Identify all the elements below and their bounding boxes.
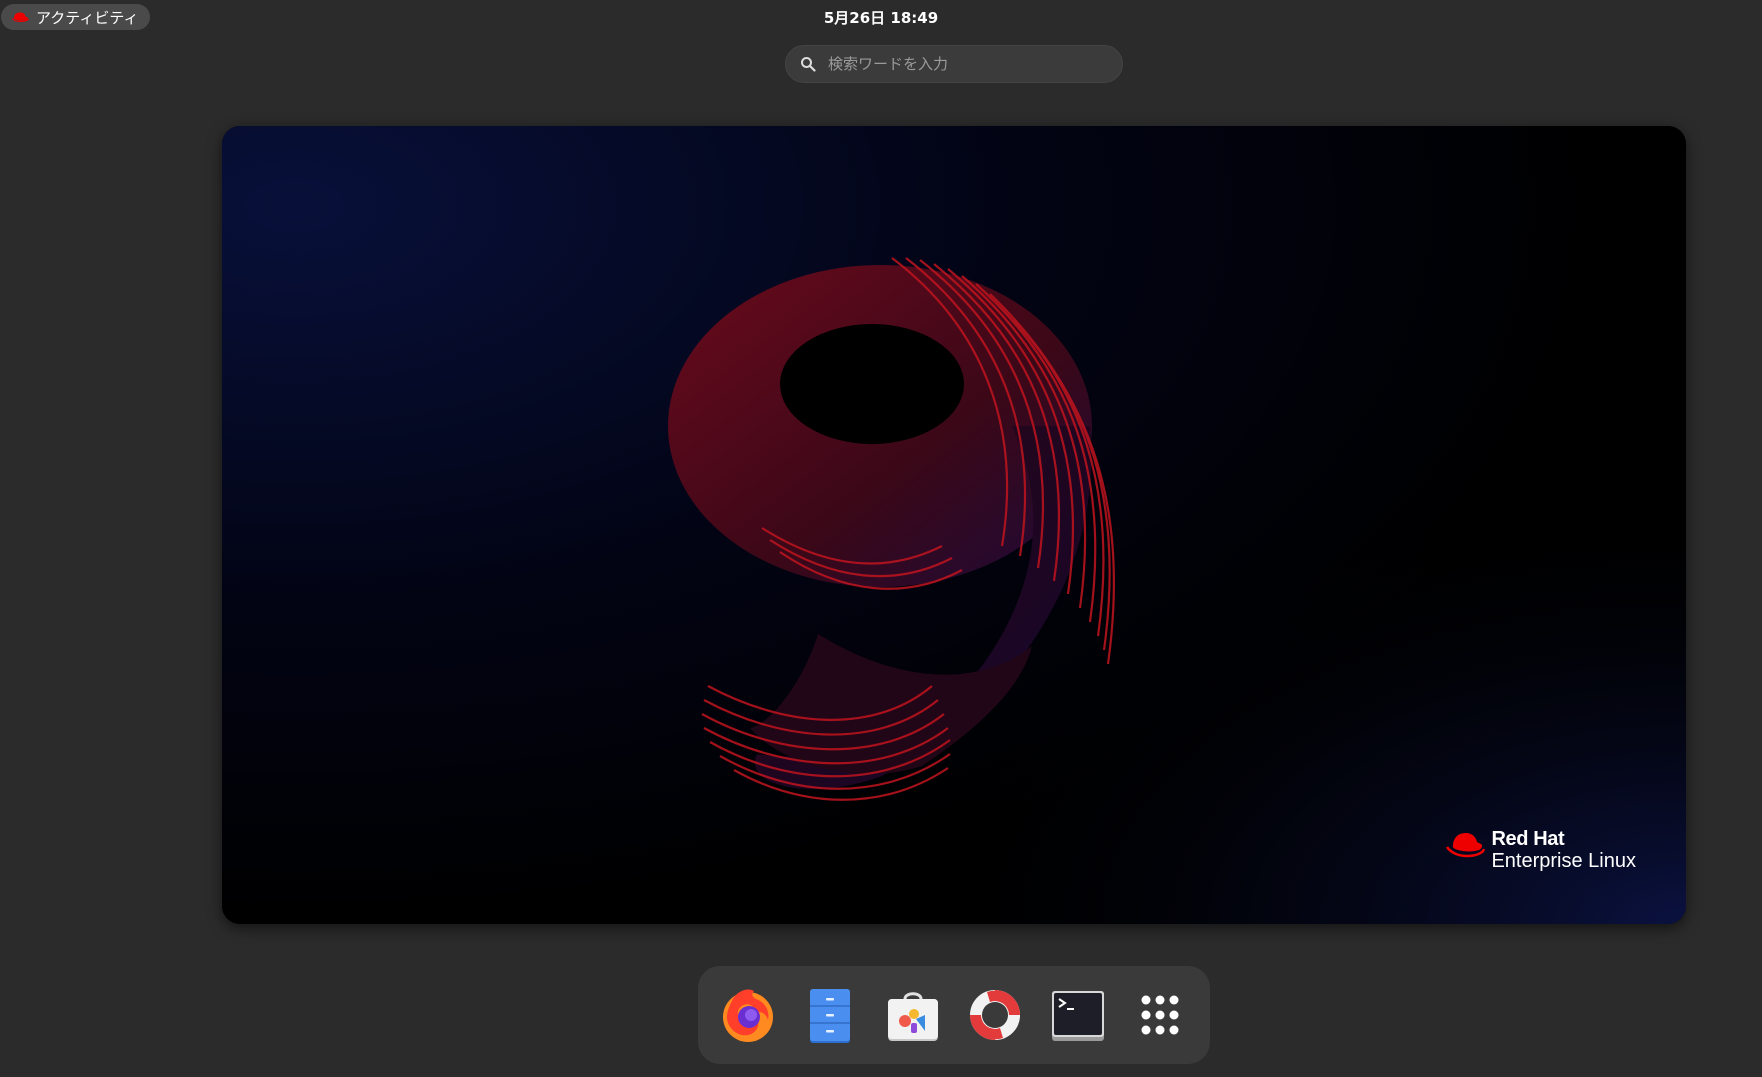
terminal-icon xyxy=(1051,991,1104,1041)
search-icon xyxy=(801,57,816,72)
clock[interactable]: 5月26日 18:49 xyxy=(0,7,1762,28)
dash-item-firefox[interactable] xyxy=(716,983,780,1047)
dash xyxy=(698,966,1210,1064)
brand-name: Red Hat xyxy=(1491,828,1565,850)
software-icon xyxy=(887,992,938,1041)
dash-item-software[interactable] xyxy=(881,983,945,1047)
dash-item-terminal[interactable] xyxy=(1046,983,1110,1047)
redhat-logo-icon xyxy=(1446,833,1486,858)
search-input[interactable] xyxy=(826,54,1122,74)
wallpaper-image xyxy=(222,126,1686,924)
help-lifebuoy-icon xyxy=(970,990,1021,1040)
workspace-thumbnail[interactable]: Red Hat Enterprise Linux xyxy=(222,126,1686,924)
wallpaper-brand: Red Hat Enterprise Linux xyxy=(1445,828,1636,872)
dash-item-files[interactable] xyxy=(798,983,862,1047)
show-apps-button[interactable] xyxy=(1128,983,1192,1047)
search-entry[interactable] xyxy=(785,45,1123,83)
firefox-icon xyxy=(723,989,773,1042)
dash-item-help[interactable] xyxy=(963,983,1027,1047)
files-icon xyxy=(810,989,851,1043)
brand-product: Enterprise Linux xyxy=(1491,850,1636,872)
desktop: アクティビティ 5月26日 18:49 検索ワードを入力 Red Hat Ent… xyxy=(0,0,1762,1077)
app-grid-icon xyxy=(1141,995,1179,1035)
